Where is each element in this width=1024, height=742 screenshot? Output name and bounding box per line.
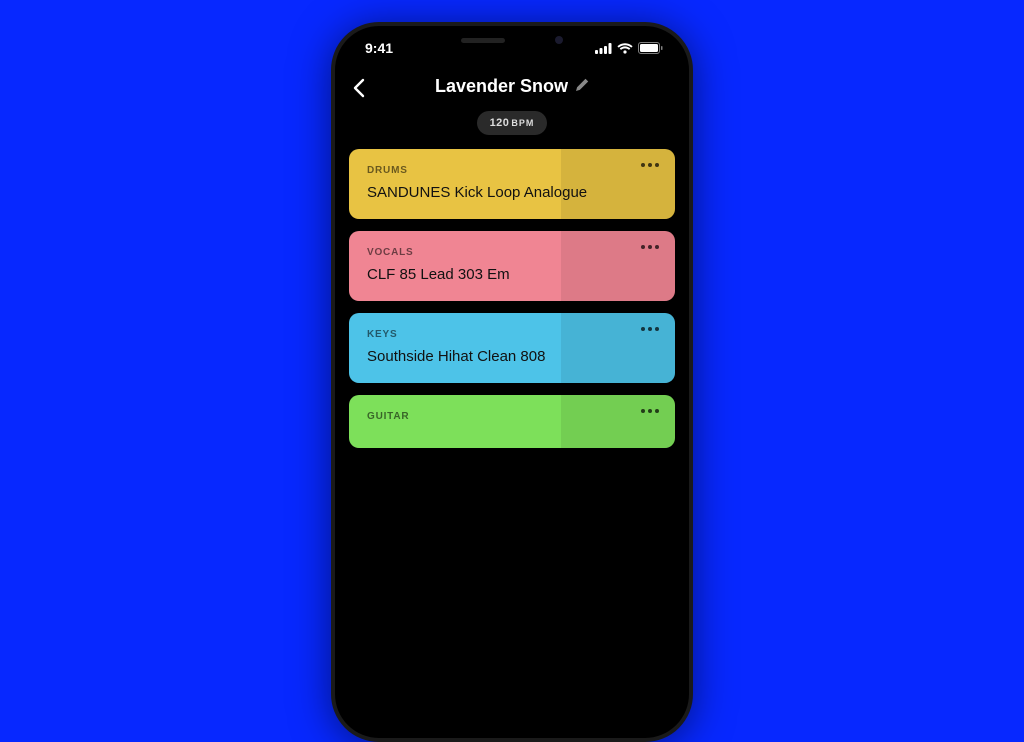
more-icon[interactable] [641, 245, 659, 249]
page-title: Lavender Snow [435, 76, 568, 97]
speaker [461, 38, 505, 43]
back-button[interactable] [353, 78, 365, 103]
notch [436, 26, 588, 54]
front-camera [555, 36, 563, 44]
bpm-badge: 120BPM [477, 111, 548, 135]
volume-up-button [331, 184, 333, 232]
track-name: SANDUNES Kick Loop Analogue [367, 184, 657, 201]
track-category: DRUMS [367, 165, 657, 176]
track-category: VOCALS [367, 247, 657, 258]
track-card-keys[interactable]: KEYS Southside Hihat Clean 808 [349, 313, 675, 383]
signal-icon [595, 43, 612, 54]
bpm-value: 120 [490, 117, 510, 129]
more-icon[interactable] [641, 327, 659, 331]
track-name: Southside Hihat Clean 808 [367, 348, 657, 365]
pencil-icon [576, 78, 589, 96]
more-icon[interactable] [641, 163, 659, 167]
track-category: KEYS [367, 329, 657, 340]
track-card-guitar[interactable]: GUITAR [349, 395, 675, 448]
wifi-icon [617, 43, 633, 54]
bpm-unit: BPM [511, 118, 534, 128]
app-header: Lavender Snow [335, 62, 689, 103]
more-icon[interactable] [641, 409, 659, 413]
battery-icon [638, 42, 663, 54]
track-list: DRUMS SANDUNES Kick Loop Analogue VOCALS… [335, 149, 689, 448]
status-time: 9:41 [365, 40, 393, 56]
mute-switch [331, 144, 333, 170]
track-card-drums[interactable]: DRUMS SANDUNES Kick Loop Analogue [349, 149, 675, 219]
title-wrap[interactable]: Lavender Snow [435, 76, 589, 97]
track-card-vocals[interactable]: VOCALS CLF 85 Lead 303 Em [349, 231, 675, 301]
bpm-pill[interactable]: 120BPM [335, 111, 689, 135]
track-category: GUITAR [367, 411, 657, 422]
track-name: CLF 85 Lead 303 Em [367, 266, 657, 283]
power-button [691, 198, 693, 270]
status-right [595, 42, 663, 54]
volume-down-button [331, 242, 333, 290]
phone-frame: 9:41 [331, 22, 693, 742]
